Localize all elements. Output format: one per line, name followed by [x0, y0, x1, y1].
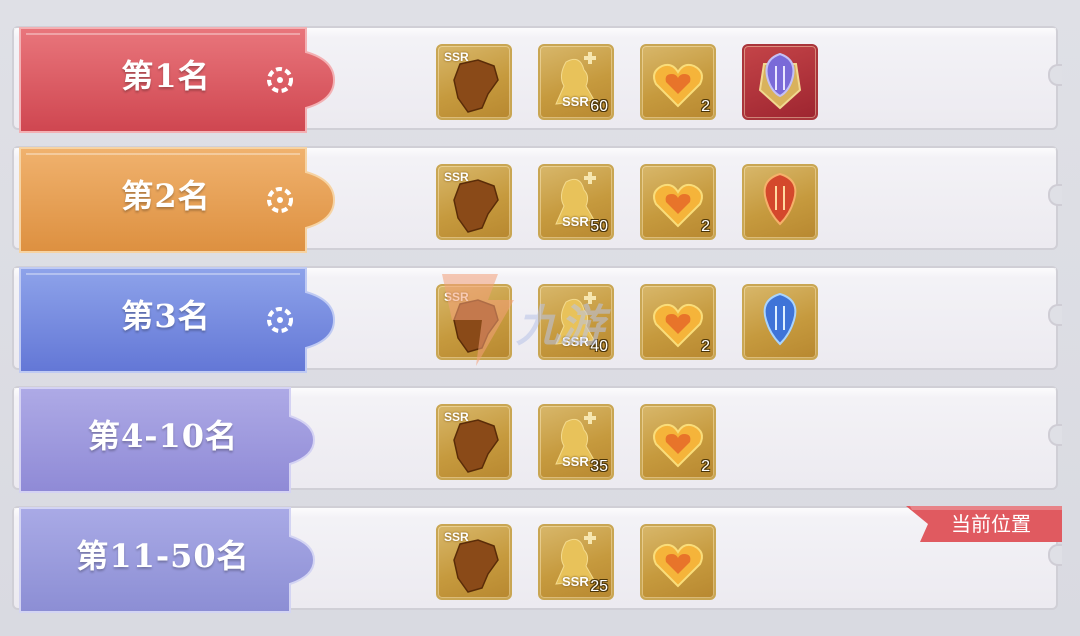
reward-item-character-shard[interactable]: SSR 25	[538, 524, 614, 600]
ssr-badge: SSR	[444, 50, 469, 64]
dotted-ring-icon	[267, 307, 293, 333]
reward-item-heart-gem[interactable]: 2	[640, 44, 716, 120]
ssr-badge: SSR	[444, 410, 469, 424]
ssr-badge: SSR	[444, 530, 469, 544]
rank-row-4: 第4-10名 SSR SSR 35 2	[12, 382, 1062, 494]
rank-row-2: 第2名 SSR SSR 50 2	[12, 142, 1062, 254]
current-position-badge: 当前位置	[906, 506, 1062, 542]
blue-lyre-emblem-icon	[763, 292, 797, 346]
rank-tag-3: 第3名	[16, 262, 336, 373]
golden-heart-gem-icon	[653, 543, 703, 588]
rank-row-5: 第11-50名 SSR SSR 25	[12, 502, 1062, 614]
reward-item-lyre-emblem[interactable]	[742, 44, 818, 120]
rank-label: 第11-50名	[76, 537, 250, 575]
row-notch	[1048, 184, 1062, 206]
purple-lyre-emblem-icon	[758, 52, 802, 110]
reward-quantity: 2	[701, 218, 710, 235]
reward-item-heart-gem[interactable]: 2	[640, 404, 716, 480]
rank-tag-2: 第2名	[16, 142, 336, 253]
reward-quantity: 35	[590, 458, 608, 475]
ssr-badge: SSR	[562, 214, 589, 229]
reward-item-heart-gem[interactable]: 2	[640, 284, 716, 360]
ssr-badge: SSR	[562, 94, 589, 109]
watermark-logo-icon	[442, 274, 514, 366]
row-notch	[1048, 544, 1062, 566]
reward-item-map-fragment[interactable]: SSR	[436, 404, 512, 480]
reward-item-lyre-emblem[interactable]	[742, 164, 818, 240]
reward-item-heart-gem[interactable]	[640, 524, 716, 600]
dotted-ring-icon	[267, 67, 293, 93]
current-position-label: 当前位置	[951, 512, 1031, 536]
reward-item-map-fragment[interactable]: SSR	[436, 44, 512, 120]
ssr-badge: SSR	[562, 454, 589, 469]
reward-quantity: 2	[701, 98, 710, 115]
row-notch	[1048, 304, 1062, 326]
reward-item-map-fragment[interactable]: SSR	[436, 164, 512, 240]
rank-tag-5: 第11-50名	[16, 502, 334, 613]
rank-tag-1: 第1名	[16, 22, 336, 133]
reward-quantity: 60	[590, 98, 608, 115]
rank-tag-4: 第4-10名	[16, 382, 334, 493]
reward-item-map-fragment[interactable]: SSR	[436, 524, 512, 600]
rank-row-1: 第1名 SSR SSR 60 2	[12, 22, 1062, 134]
red-lyre-emblem-icon	[763, 172, 797, 226]
rank-label: 第4-10名	[87, 417, 239, 455]
reward-quantity: 2	[701, 458, 710, 475]
ssr-badge: SSR	[562, 574, 589, 589]
ssr-badge: SSR	[444, 170, 469, 184]
watermark: 九游	[432, 268, 642, 368]
reward-quantity: 2	[701, 338, 710, 355]
row-notch	[1048, 424, 1062, 446]
reward-quantity: 25	[590, 578, 608, 595]
reward-item-heart-gem[interactable]: 2	[640, 164, 716, 240]
reward-item-character-shard[interactable]: SSR 35	[538, 404, 614, 480]
reward-item-character-shard[interactable]: SSR 60	[538, 44, 614, 120]
reward-item-character-shard[interactable]: SSR 50	[538, 164, 614, 240]
reward-item-lyre-emblem[interactable]	[742, 284, 818, 360]
dotted-ring-icon	[267, 187, 293, 213]
reward-quantity: 50	[590, 218, 608, 235]
row-notch	[1048, 64, 1062, 86]
watermark-text: 九游	[516, 301, 604, 352]
